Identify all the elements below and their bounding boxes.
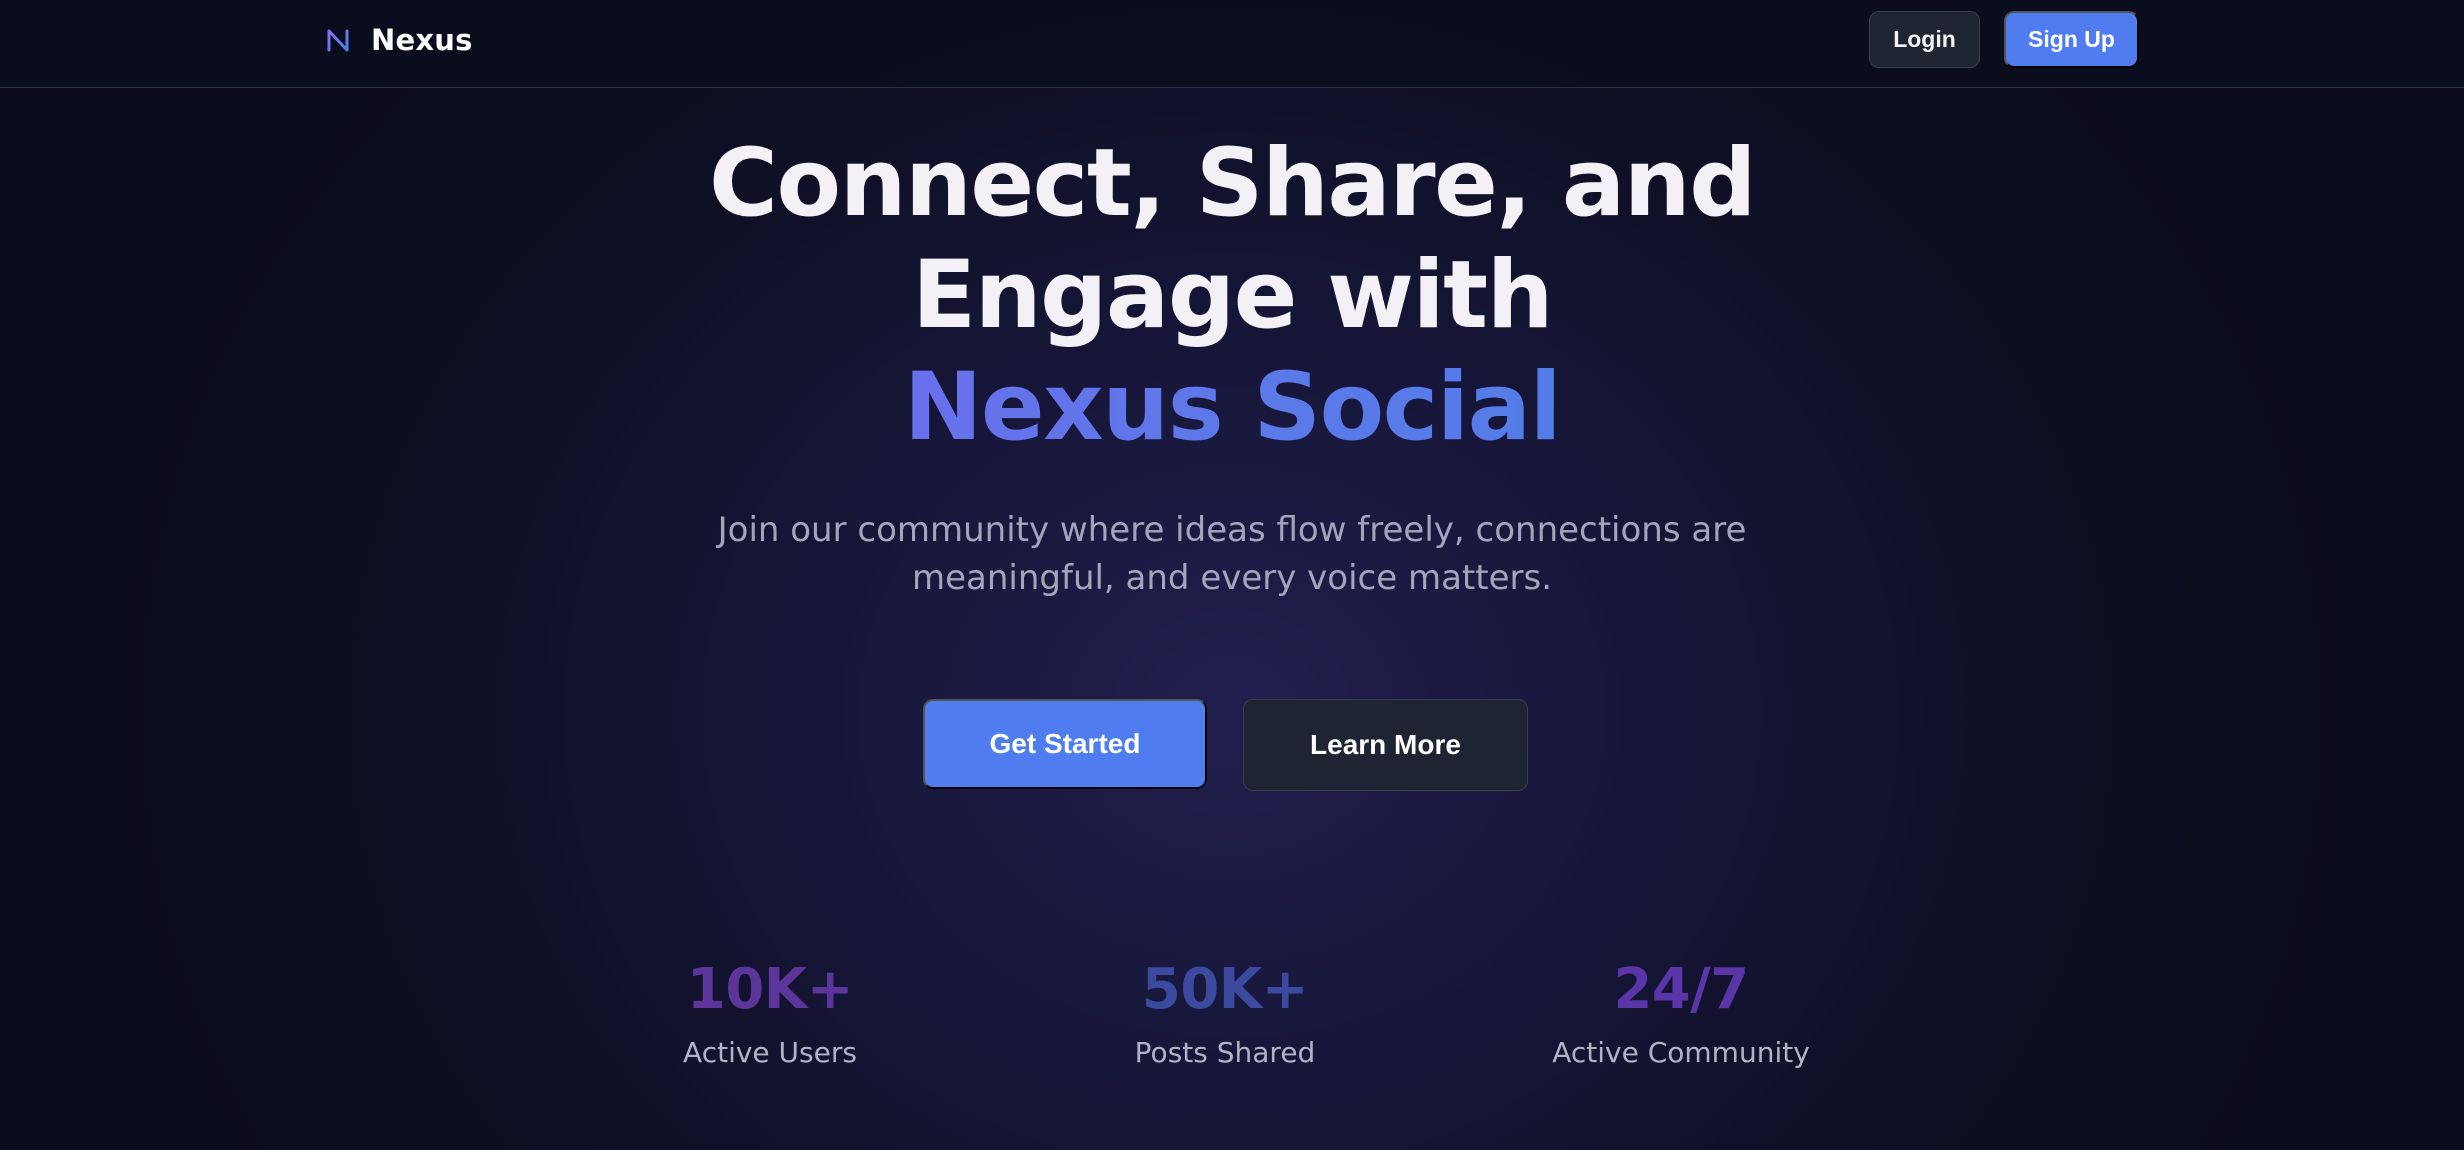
stat-label: Posts Shared bbox=[1134, 1036, 1316, 1069]
stat-value: 50K+ bbox=[1141, 957, 1309, 1022]
stat-active-users: 10K+ Active Users bbox=[580, 954, 960, 1072]
stat-label: Active Community bbox=[1552, 1036, 1810, 1069]
hero-title-line-2: Engage with bbox=[911, 241, 1554, 350]
stat-active-community: 24/7 Active Community bbox=[1491, 954, 1871, 1072]
brand-link[interactable]: Nexus bbox=[323, 20, 473, 60]
signup-button[interactable]: Sign Up bbox=[2004, 11, 2139, 68]
hero-title: Connect, Share, and Engage with Nexus So… bbox=[532, 128, 1932, 464]
hero-title-line-1: Connect, Share, and bbox=[709, 129, 1756, 238]
hero-subtitle-line-2: meaningful, and every voice matters. bbox=[911, 558, 1553, 598]
hero-title-accent: Nexus Social bbox=[532, 352, 1932, 464]
hero-subtitle-line-1: Join our community where ideas flow free… bbox=[717, 510, 1747, 550]
brand-name: Nexus bbox=[371, 23, 473, 57]
nexus-logo-icon bbox=[327, 29, 349, 52]
login-button[interactable]: Login bbox=[1869, 11, 1980, 68]
stat-posts-shared: 50K+ Posts Shared bbox=[1035, 954, 1415, 1072]
stat-label: Active Users bbox=[683, 1036, 857, 1069]
learn-more-button[interactable]: Learn More bbox=[1243, 699, 1528, 791]
get-started-button[interactable]: Get Started bbox=[923, 699, 1207, 789]
stat-value: 10K+ bbox=[686, 957, 854, 1022]
top-navbar: Nexus Login Sign Up bbox=[0, 0, 2464, 88]
stat-value: 24/7 bbox=[1613, 957, 1749, 1022]
hero-subtitle: Join our community where ideas flow free… bbox=[682, 506, 1782, 602]
